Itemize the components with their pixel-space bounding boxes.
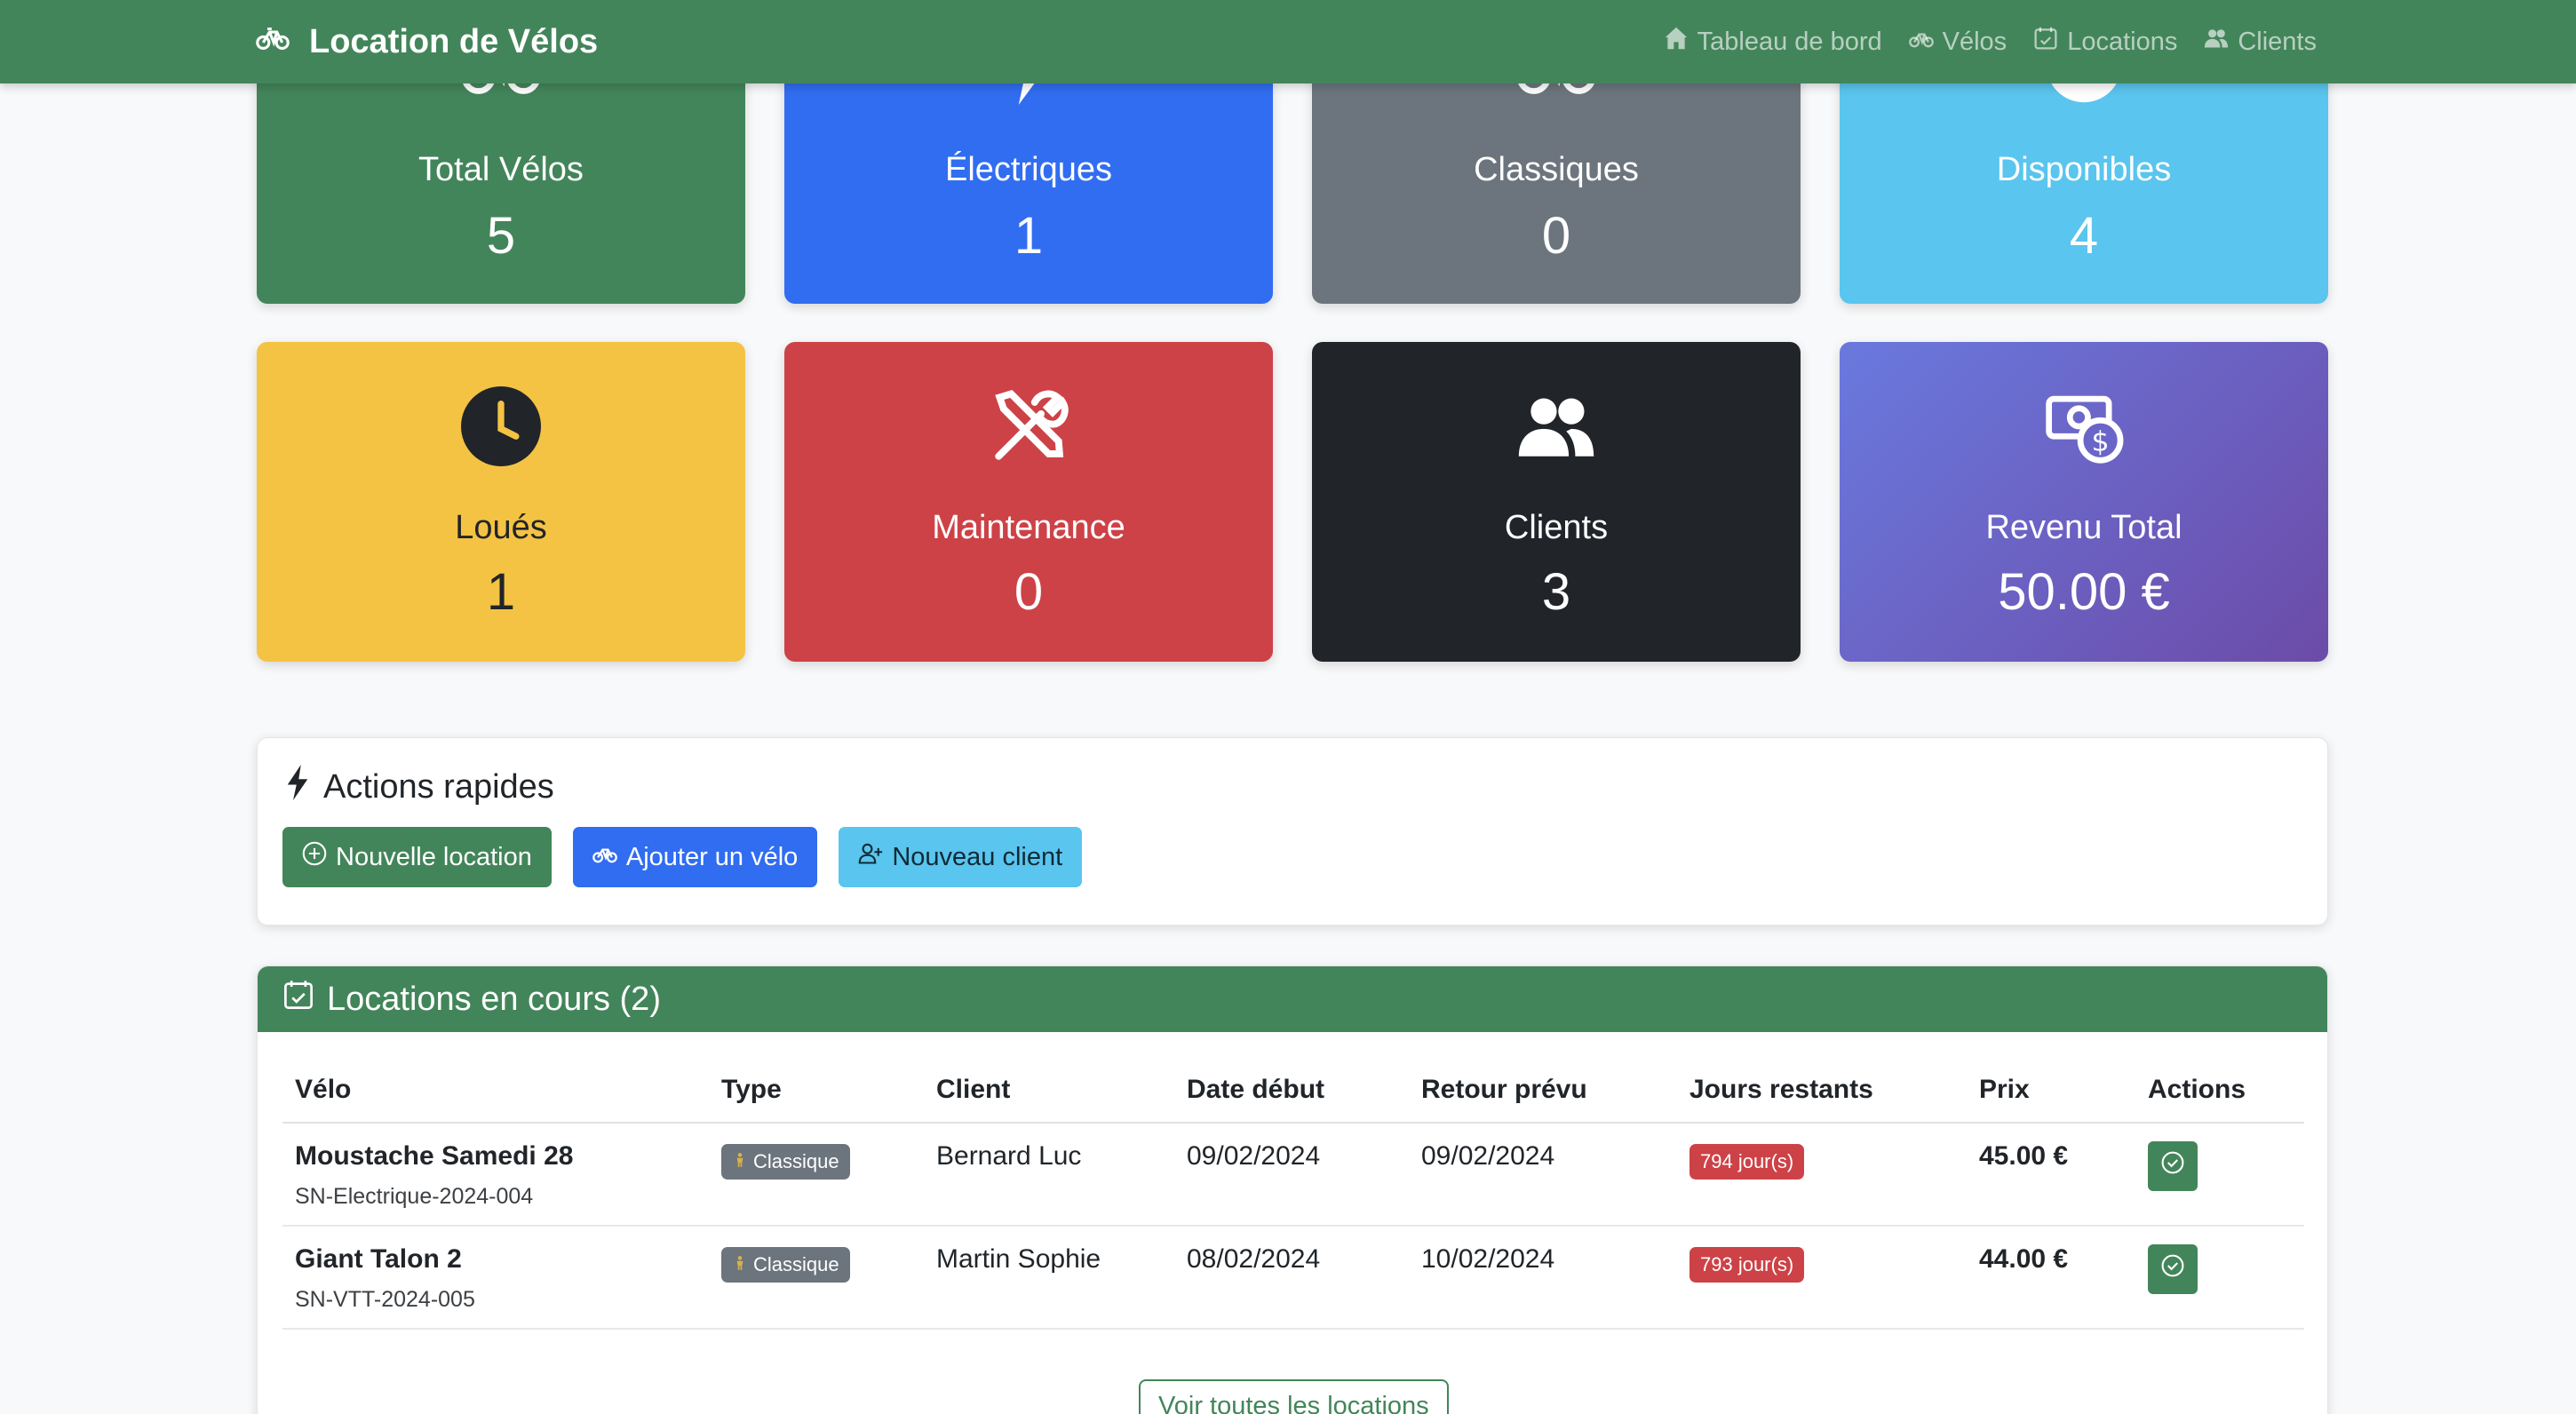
- calendar-check-icon: [282, 979, 314, 1020]
- check-circle-icon: [2160, 1253, 2185, 1285]
- brand[interactable]: Location de Vélos: [256, 0, 598, 83]
- column-header: Jours restants: [1677, 1057, 1967, 1124]
- quick-actions-title: Actions rapides: [286, 765, 554, 809]
- button-label: Nouvelle location: [336, 842, 532, 871]
- current-rentals-header: Locations en cours (2): [258, 966, 2327, 1032]
- plus-circle-icon: [302, 841, 327, 873]
- navbar: Location de Vélos Tableau de bord Vélos: [0, 0, 2576, 83]
- type-badge: Classique: [721, 1247, 850, 1283]
- stat-value: 0: [1014, 563, 1044, 621]
- stat-label: Loués: [455, 509, 547, 546]
- stat-label: Disponibles: [1996, 151, 2172, 188]
- people-icon: [1312, 386, 1801, 466]
- column-header: Client: [924, 1057, 1174, 1124]
- person-bike-icon: [732, 1253, 748, 1276]
- clock-icon: [257, 386, 745, 466]
- bicycle-icon: [256, 20, 290, 63]
- stat-card-revenue: $ Revenu Total 50.00 €: [1840, 342, 2328, 662]
- table-row: Giant Talon 2 SN-VTT-2024-005 Classique …: [282, 1226, 2304, 1330]
- nav-link-label: Locations: [2067, 27, 2178, 56]
- column-header: Prix: [1967, 1057, 2135, 1124]
- quick-actions-panel: Actions rapides Nouvelle location Ajoute…: [257, 737, 2328, 925]
- stat-label: Total Vélos: [418, 151, 584, 188]
- calendar-check-icon: [2033, 26, 2058, 58]
- stat-label: Revenu Total: [1985, 509, 2182, 546]
- type-badge-label: Classique: [753, 1253, 839, 1275]
- stat-value: 5: [486, 207, 516, 265]
- brand-title: Location de Vélos: [309, 22, 599, 60]
- stat-value: 0: [1541, 207, 1571, 265]
- days-remaining-badge: 793 jour(s): [1690, 1247, 1805, 1283]
- nav-link-label: Clients: [2238, 27, 2317, 56]
- stat-label: Clients: [1504, 509, 1609, 546]
- button-label: Ajouter un vélo: [625, 842, 799, 871]
- table-row: Moustache Samedi 28 SN-Electrique-2024-0…: [282, 1123, 2304, 1227]
- bicycle-icon: [592, 841, 617, 873]
- start-date: 08/02/2024: [1174, 1226, 1409, 1330]
- column-header: Vélo: [282, 1057, 709, 1124]
- current-rentals-title: Locations en cours (2): [327, 980, 661, 1018]
- type-badge: Classique: [721, 1144, 850, 1180]
- start-date: 09/02/2024: [1174, 1123, 1409, 1227]
- price: 45.00 €: [1967, 1123, 2135, 1227]
- view-all-rentals-button[interactable]: Voir toutes les locations: [1139, 1379, 1449, 1414]
- quick-actions-buttons: Nouvelle location Ajouter un vélo Nouvea…: [282, 827, 1083, 887]
- people-icon: [2204, 26, 2229, 58]
- lightning-icon: [286, 765, 309, 809]
- type-badge-label: Classique: [753, 1150, 839, 1172]
- client-name: Bernard Luc: [924, 1123, 1174, 1227]
- return-date: 09/02/2024: [1409, 1123, 1677, 1227]
- stat-card-maintenance: Maintenance 0: [784, 342, 1273, 662]
- bike-name: Giant Talon 2: [295, 1244, 462, 1274]
- current-rentals-panel: Locations en cours (2) Vélo Type Client …: [257, 965, 2328, 1414]
- column-header: Date début: [1174, 1057, 1409, 1124]
- quick-actions-title-text: Actions rapides: [323, 767, 554, 806]
- house-icon: [1664, 26, 1689, 58]
- nav-link-dashboard[interactable]: Tableau de bord: [1664, 26, 1882, 58]
- stat-value: 1: [486, 563, 516, 621]
- column-header: Actions: [2135, 1057, 2304, 1124]
- nav-link-label: Vélos: [1942, 27, 2008, 56]
- person-bike-icon: [732, 1150, 748, 1173]
- bike-name: Moustache Samedi 28: [295, 1141, 574, 1171]
- bike-serial: SN-Electrique-2024-004: [295, 1184, 534, 1209]
- nav-link-label: Tableau de bord: [1697, 27, 1882, 56]
- svg-text:$: $: [2092, 426, 2110, 458]
- price: 44.00 €: [1967, 1226, 2135, 1330]
- nav-link-rentals[interactable]: Locations: [2033, 26, 2177, 58]
- client-name: Martin Sophie: [924, 1226, 1174, 1330]
- nav-links: Tableau de bord Vélos Locations Clients: [1664, 0, 2317, 83]
- return-bike-button[interactable]: [2148, 1141, 2198, 1191]
- stat-value: 1: [1014, 207, 1044, 265]
- cash-coin-icon: $: [1840, 386, 2328, 466]
- table-header-row: Vélo Type Client Date début Retour prévu…: [282, 1057, 2304, 1124]
- column-header: Retour prévu: [1409, 1057, 1677, 1124]
- new-rental-button[interactable]: Nouvelle location: [282, 827, 552, 887]
- days-remaining-badge: 794 jour(s): [1690, 1144, 1805, 1180]
- stat-label: Classiques: [1474, 151, 1639, 188]
- stat-card-rented: Loués 1: [257, 342, 745, 662]
- add-bike-button[interactable]: Ajouter un vélo: [572, 827, 818, 887]
- bike-serial: SN-VTT-2024-005: [295, 1287, 475, 1312]
- return-date: 10/02/2024: [1409, 1226, 1677, 1330]
- check-circle-icon: [2160, 1150, 2185, 1182]
- nav-link-clients[interactable]: Clients: [2204, 26, 2317, 58]
- stat-label: Maintenance: [932, 509, 1125, 546]
- stat-card-clients: Clients 3: [1312, 342, 1801, 662]
- stat-value: 3: [1541, 563, 1571, 621]
- return-bike-button[interactable]: [2148, 1244, 2198, 1294]
- stat-value: 4: [2069, 207, 2099, 265]
- stat-label: Électriques: [945, 151, 1112, 188]
- stat-value: 50.00 €: [1998, 563, 2170, 621]
- button-label: Nouveau client: [892, 842, 1063, 871]
- tools-icon: [784, 386, 1273, 466]
- nav-link-bikes[interactable]: Vélos: [1908, 26, 2008, 58]
- rentals-table: Vélo Type Client Date début Retour prévu…: [282, 1057, 2304, 1330]
- person-plus-icon: [858, 841, 883, 873]
- column-header: Type: [709, 1057, 924, 1124]
- bicycle-icon: [1908, 26, 1934, 58]
- new-client-button[interactable]: Nouveau client: [839, 827, 1083, 887]
